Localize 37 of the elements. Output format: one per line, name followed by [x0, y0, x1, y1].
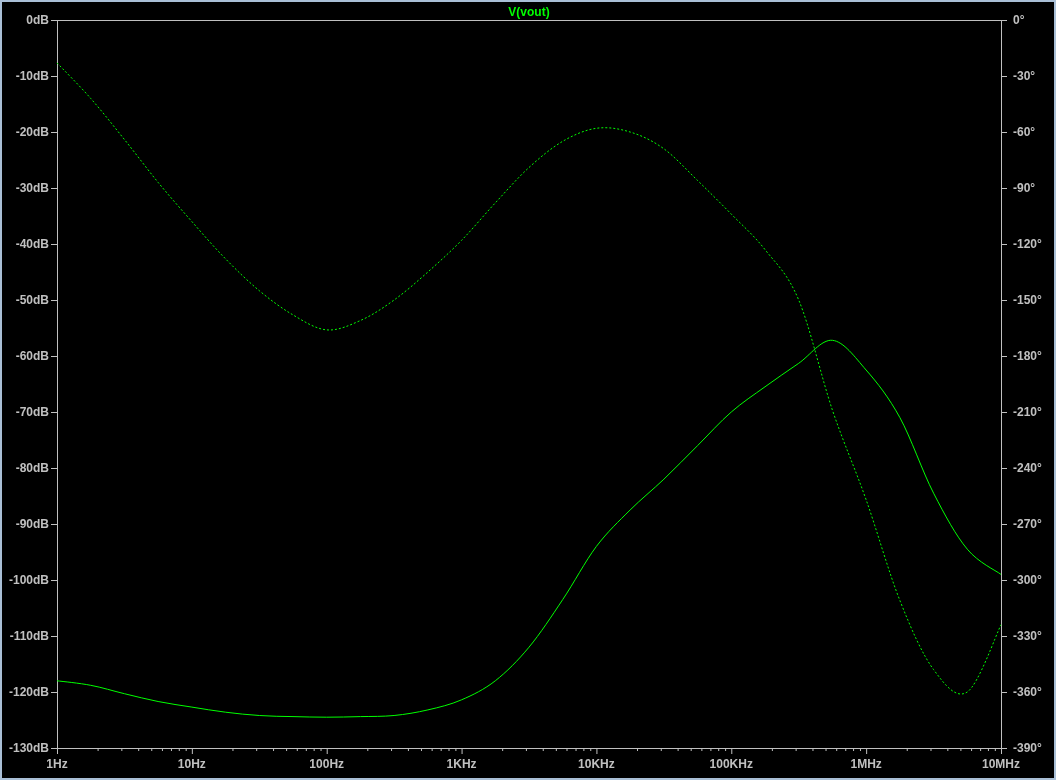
axis-tick-label: 0°	[1013, 13, 1025, 27]
axis-tick-label: -210°	[1013, 405, 1042, 419]
axis-tick-label: -10dB	[15, 69, 49, 83]
axis-tick-label: 100KHz	[709, 757, 753, 771]
axis-tick-label: -90°	[1013, 181, 1036, 195]
axis-tick-label: 10MHz	[982, 757, 1020, 771]
axis-tick-label: 1KHz	[446, 757, 477, 771]
axis-tick-label: -390°	[1013, 741, 1042, 755]
axis-tick-label: -20dB	[15, 125, 49, 139]
axis-tick-label: -150°	[1013, 293, 1042, 307]
axis-tick-label: -130dB	[9, 741, 49, 755]
axis-tick-label: -40dB	[15, 237, 49, 251]
axis-tick-label: -360°	[1013, 685, 1042, 699]
axis-tick-label: 0dB	[26, 13, 49, 27]
axis-tick-label: -300°	[1013, 573, 1042, 587]
axis-tick-label: -30°	[1013, 69, 1036, 83]
axis-tick-label: -120°	[1013, 237, 1042, 251]
axis-tick-label: -270°	[1013, 517, 1042, 531]
axis-tick-label: -110dB	[9, 629, 49, 643]
axis-tick-label: -330°	[1013, 629, 1042, 643]
axis-tick-label: -50dB	[15, 293, 49, 307]
axis-tick-label: -70dB	[15, 405, 49, 419]
axis-tick-label: -30dB	[15, 181, 49, 195]
axis-tick-label: -120dB	[9, 685, 49, 699]
trace-title: V(vout)	[508, 5, 550, 19]
axis-tick-label: -100dB	[9, 573, 49, 587]
axis-tick-label: 1MHz	[850, 757, 882, 771]
axis-tick-label: -90dB	[15, 517, 49, 531]
axis-tick-label: -240°	[1013, 461, 1042, 475]
axis-tick-label: -60dB	[15, 349, 49, 363]
axis-tick-label: 1Hz	[46, 757, 68, 771]
axis-tick-label: 10Hz	[177, 757, 206, 771]
axis-tick-label: -60°	[1013, 125, 1036, 139]
axis-tick-label: -180°	[1013, 349, 1042, 363]
axis-tick-label: 10KHz	[578, 757, 615, 771]
axis-tick-label: -80dB	[15, 461, 49, 475]
axis-tick-label: 100Hz	[309, 757, 345, 771]
